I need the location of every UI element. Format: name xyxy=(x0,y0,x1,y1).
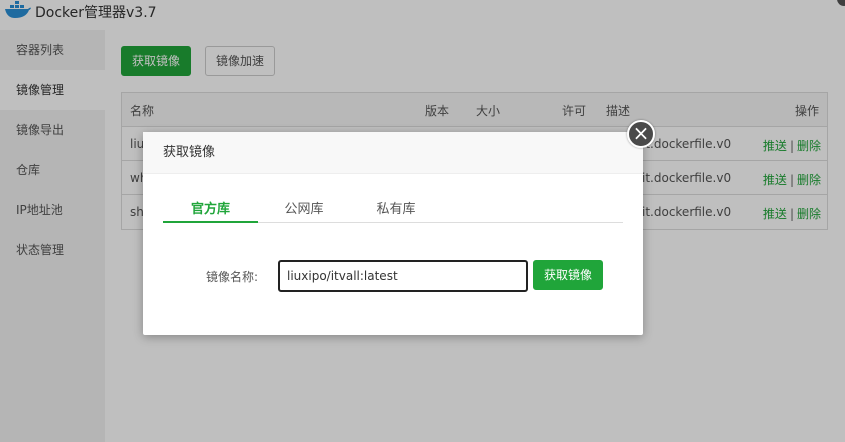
image-name-label: 镜像名称: xyxy=(206,270,259,284)
close-icon[interactable]: × xyxy=(627,120,655,148)
tab-private[interactable]: 私有库 xyxy=(350,198,442,223)
pull-image-submit-button[interactable]: 获取镜像 xyxy=(533,260,603,290)
dialog-title: 获取镜像 xyxy=(143,132,643,174)
registry-tabs: 官方库 公网库 私有库 xyxy=(163,198,623,223)
pull-image-dialog: 获取镜像 × 官方库 公网库 私有库 镜像名称: 获取镜像 xyxy=(143,120,655,335)
tab-public[interactable]: 公网库 xyxy=(258,198,350,223)
image-name-input[interactable] xyxy=(278,260,528,292)
tab-official[interactable]: 官方库 xyxy=(163,198,258,223)
